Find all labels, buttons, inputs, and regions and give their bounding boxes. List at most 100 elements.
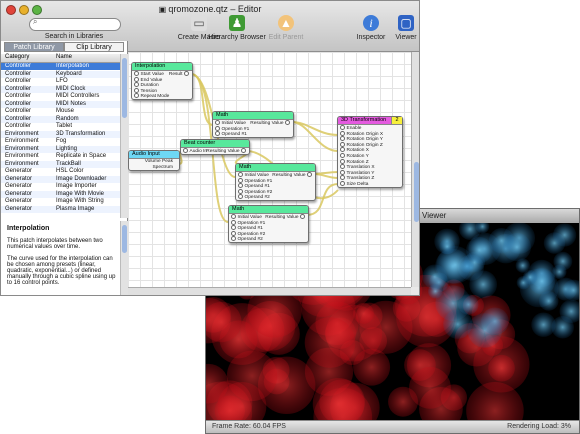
patch-audio-input[interactable]: Audio Input Volume Peak Spectrum <box>128 150 180 172</box>
row-category: Generator <box>5 190 33 197</box>
tab-patch-library[interactable]: Patch Library <box>4 42 64 52</box>
row-name: MIDI Clock <box>56 85 86 92</box>
row-category: Controller <box>5 100 32 107</box>
graph-vertical-scrollbar[interactable] <box>411 52 419 287</box>
macro-icon: ▭ <box>191 15 207 31</box>
library-row[interactable]: Controller MIDI Controllers <box>1 93 120 100</box>
input-port[interactable]: Operand #1 <box>222 132 247 137</box>
row-category: Generator <box>5 175 33 182</box>
row-category: Generator <box>5 168 33 174</box>
row-name: LFO <box>56 78 68 84</box>
patch-title: Beat counter <box>181 140 249 148</box>
blue-particle <box>522 270 538 285</box>
library-row[interactable]: Generator Image With Movie <box>1 190 120 198</box>
library-row[interactable]: Controller Keyboard <box>1 70 120 78</box>
input-port[interactable]: Operand #2 <box>238 237 263 242</box>
library-row[interactable]: Generator HSL Color <box>1 168 120 175</box>
library-row[interactable]: Controller Mouse <box>1 108 120 115</box>
library-row[interactable]: Controller MIDI Clock <box>1 85 120 93</box>
patch-title: Audio Input <box>129 151 179 159</box>
patch-beat-counter[interactable]: Beat counter Audio In Resulting Value <box>180 139 250 155</box>
patch-description: Interpolation This patch interpolates be… <box>1 221 120 295</box>
search-icon: ⌕ <box>33 17 38 26</box>
blue-particle <box>553 251 573 271</box>
blue-particle <box>502 232 532 262</box>
row-category: Controller <box>5 70 32 77</box>
frame-rate: Frame Rate: 60.04 FPS <box>212 423 286 430</box>
up-arrow-icon: ▲ <box>278 15 294 31</box>
inspector-button[interactable]: i Inspector <box>351 15 391 41</box>
library-scrollbar[interactable] <box>120 54 128 218</box>
row-category: Controller <box>5 85 32 92</box>
viewer-icon: ▢ <box>398 15 414 31</box>
viewer-button[interactable]: ▢ Viewer <box>389 15 419 41</box>
column-header-name[interactable]: Name <box>56 54 72 60</box>
search-input[interactable]: ⌕ <box>29 17 121 31</box>
input-port-audio-in[interactable]: Audio In <box>190 149 208 154</box>
layer-badge[interactable]: 2 <box>391 117 402 124</box>
patch-3d-transformation[interactable]: 3D Transformation 2 Enable Rotation Origi… <box>337 116 403 188</box>
library-row[interactable]: Generator Image Importer <box>1 183 120 190</box>
library-row[interactable]: Environment Replicate in Space <box>1 153 120 160</box>
library-row[interactable]: Environment Fog <box>1 138 120 145</box>
library-row[interactable]: Controller MIDI Notes <box>1 100 120 108</box>
patch-math-2[interactable]: Math Initial Value Resulting Value Operat… <box>235 163 316 201</box>
rendering-load: Rendering Load: 3% <box>507 423 571 430</box>
patch-math-1[interactable]: Math Initial Value Resulting Value Operat… <box>212 111 294 138</box>
row-name: Image Importer <box>56 183 97 189</box>
output-port-spectrum[interactable]: Spectrum <box>152 165 173 170</box>
row-category: Controller <box>5 123 32 129</box>
row-name: MIDI Controllers <box>56 93 100 99</box>
edit-parent-button[interactable]: ▲ Edit Parent <box>256 15 316 41</box>
transform-inputs: Enable Rotation Origin X Rotation Origin Y… <box>338 125 402 187</box>
library-row[interactable]: Environment Lighting <box>1 145 120 153</box>
output-port[interactable]: Resulting Value <box>206 148 247 154</box>
library-row[interactable]: Environment TrackBall <box>1 160 120 168</box>
row-category: Generator <box>5 205 33 212</box>
row-category: Controller <box>5 108 32 114</box>
scroll-thumb[interactable] <box>122 225 127 253</box>
output-port-volume-peak[interactable]: Volume Peak <box>145 159 173 164</box>
tab-clip-library[interactable]: Clip Library <box>64 42 124 52</box>
row-category: Controller <box>5 78 32 84</box>
row-category: Environment <box>5 130 39 137</box>
row-category: Environment <box>5 153 39 159</box>
patch-title: Math <box>229 206 308 214</box>
row-name: Interpolation <box>56 63 90 69</box>
scroll-thumb[interactable] <box>414 162 419 222</box>
row-category: Controller <box>5 93 32 99</box>
library-header: Category Name <box>1 54 120 63</box>
red-particle <box>409 366 451 409</box>
library-row[interactable]: Generator Image With String <box>1 198 120 205</box>
row-name: Plasma Image <box>56 205 95 212</box>
description-scrollbar[interactable] <box>120 221 128 295</box>
library-row[interactable]: Controller Interpolation <box>1 63 120 71</box>
row-name: Fog <box>56 138 67 144</box>
patch-math-3[interactable]: Math Initial Value Resulting Value Operat… <box>228 205 309 243</box>
row-name: HSL Color <box>56 168 84 174</box>
graph-horizontal-scrollbar[interactable] <box>128 287 411 295</box>
window-title: ▣ qromozone.qtz – Editor <box>158 4 262 14</box>
input-port-repeat-mode[interactable]: Repeat Mode <box>141 94 170 99</box>
scroll-thumb[interactable] <box>122 58 127 118</box>
blue-particle <box>469 270 498 299</box>
row-name: MIDI Notes <box>56 100 87 107</box>
library-row[interactable]: Controller Random <box>1 115 120 123</box>
row-category: Generator <box>5 198 33 204</box>
library-row[interactable]: Environment 3D Transformation <box>1 130 120 138</box>
row-name: Tablet <box>56 123 73 129</box>
info-icon: i <box>363 15 379 31</box>
input-port[interactable]: Operand #2 <box>245 195 270 200</box>
patch-interpolation[interactable]: Interpolation Start Value Result End Valu… <box>131 62 193 100</box>
column-header-category[interactable]: Category <box>5 54 29 60</box>
hierarchy-icon: ♟ <box>229 15 245 31</box>
library-row[interactable]: Generator Image Downloader <box>1 175 120 183</box>
library-row[interactable]: Controller Tablet <box>1 123 120 130</box>
document-icon: ▣ <box>158 5 169 14</box>
input-port[interactable]: Size Delta <box>347 182 369 187</box>
patch-graph-canvas[interactable]: Interpolation Start Value Result End Valu… <box>128 52 413 287</box>
library-row[interactable]: Controller LFO <box>1 78 120 85</box>
library-row[interactable]: Generator Plasma Image <box>1 205 120 213</box>
row-category: Environment <box>5 145 39 152</box>
row-name: Image With Movie <box>56 190 105 197</box>
